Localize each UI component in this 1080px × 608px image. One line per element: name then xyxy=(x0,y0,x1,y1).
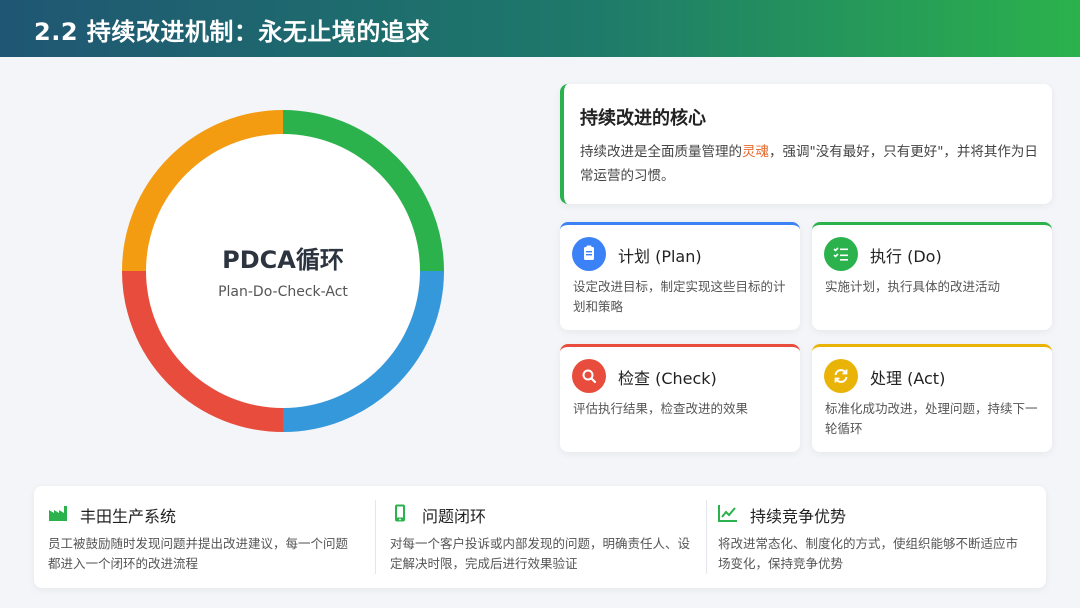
info-title: 持续竞争优势 xyxy=(750,507,847,526)
core-desc: 持续改进是全面质量管理的灵魂，强调"没有最好，只有更好"，并将其作为日常运营的习… xyxy=(580,140,1044,188)
clipboard-icon xyxy=(572,237,606,271)
phase-desc: 实施计划，执行具体的改进活动 xyxy=(825,279,1001,294)
phase-title: 检查 (Check) xyxy=(618,369,717,388)
phase-card-plan: 计划 (Plan) 设定改进目标，制定实现这些目标的计划和策略 xyxy=(560,222,800,330)
cycle-subtitle: Plan-Do-Check-Act xyxy=(218,284,348,300)
phase-title: 处理 (Act) xyxy=(870,369,946,388)
phase-card-do: 执行 (Do) 实施计划，执行具体的改进活动 xyxy=(812,222,1052,330)
info-desc: 员工被鼓励随时发现问题并提出改进建议，每一个问题都进入一个闭环的改进流程 xyxy=(48,536,349,571)
core-desc-highlight: 灵魂 xyxy=(742,144,769,160)
info-title: 问题闭环 xyxy=(422,507,487,526)
list-check-icon xyxy=(824,237,858,271)
core-desc-start: 持续改进是全面质量管理的 xyxy=(580,144,742,160)
header-bar: 2.2 持续改进机制：永无止境的追求 xyxy=(0,0,1080,57)
chart-line-icon xyxy=(718,504,738,522)
info-column-advantage: 持续竞争优势 将改进常态化、制度化的方式，使组织能够不断适应市场变化，保持竞争优… xyxy=(704,486,1040,588)
info-title: 丰田生产系统 xyxy=(80,507,177,526)
page-title: 2.2 持续改进机制：永无止境的追求 xyxy=(34,18,430,46)
phase-desc: 设定改进目标，制定实现这些目标的计划和策略 xyxy=(573,279,786,314)
cycle-title: PDCA循环 xyxy=(222,246,344,274)
mobile-icon xyxy=(390,504,410,522)
core-card: 持续改进的核心 持续改进是全面质量管理的灵魂，强调"没有最好，只有更好"，并将其… xyxy=(560,84,1052,204)
pdca-ring: PDCA循环 Plan-Do-Check-Act xyxy=(122,110,444,432)
phase-desc: 评估执行结果，检查改进的效果 xyxy=(573,401,749,416)
info-column-closed-loop: 问题闭环 对每一个客户投诉或内部发现的问题，明确责任人、设定解决时限，完成后进行… xyxy=(376,486,712,588)
info-desc: 将改进常态化、制度化的方式，使组织能够不断适应市场变化，保持竞争优势 xyxy=(718,536,1019,571)
phase-title: 计划 (Plan) xyxy=(618,247,702,266)
phase-card-act: 处理 (Act) 标准化成功改进，处理问题，持续下一轮循环 xyxy=(812,344,1052,452)
phase-card-check: 检查 (Check) 评估执行结果，检查改进的效果 xyxy=(560,344,800,452)
search-icon xyxy=(572,359,606,393)
phase-title: 执行 (Do) xyxy=(870,247,942,266)
sync-icon xyxy=(824,359,858,393)
info-desc: 对每一个客户投诉或内部发现的问题，明确责任人、设定解决时限，完成后进行效果验证 xyxy=(390,536,691,571)
factory-icon xyxy=(48,504,68,522)
phase-desc: 标准化成功改进，处理问题，持续下一轮循环 xyxy=(825,401,1038,436)
info-column-toyota: 丰田生产系统 员工被鼓励随时发现问题并提出改进建议，每一个问题都进入一个闭环的改… xyxy=(34,486,370,588)
core-title: 持续改进的核心 xyxy=(580,108,706,129)
bottom-panel: 丰田生产系统 员工被鼓励随时发现问题并提出改进建议，每一个问题都进入一个闭环的改… xyxy=(34,486,1046,588)
